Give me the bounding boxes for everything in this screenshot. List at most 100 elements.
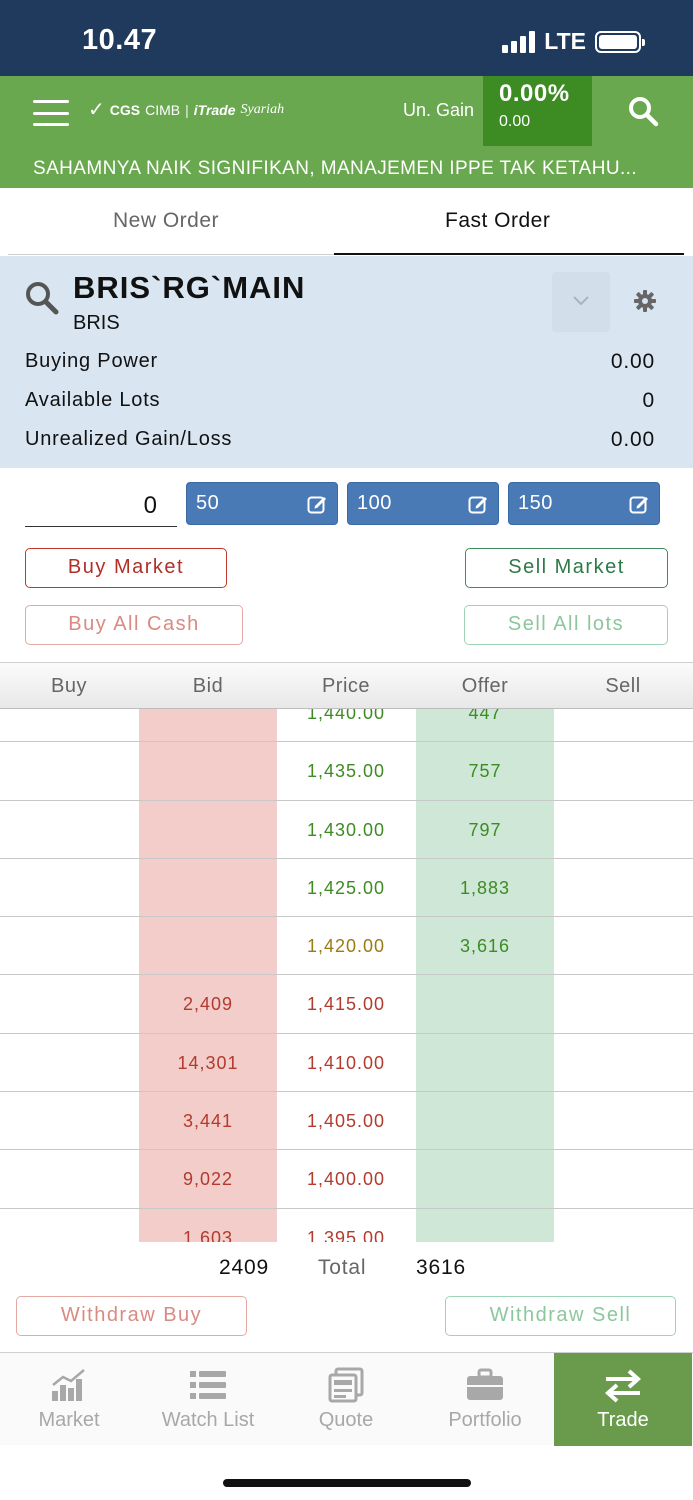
orderbook-row[interactable]: 9,022 1,400.00 (0, 1150, 693, 1209)
edit-icon[interactable] (307, 494, 327, 514)
bid-volume-cell[interactable] (139, 801, 277, 859)
news-ticker[interactable]: SAHAMNYA NAIK SIGNIFIKAN, MANAJEMEN IPPE… (33, 158, 637, 180)
bid-volume-cell[interactable] (139, 709, 277, 742)
offer-volume-cell[interactable] (416, 1092, 554, 1150)
lot-preset-50-button[interactable]: 50 (186, 482, 338, 525)
menu-icon[interactable] (33, 100, 69, 126)
home-indicator[interactable] (223, 1479, 471, 1487)
active-tab-indicator (334, 253, 684, 255)
offer-volume-cell[interactable] (416, 975, 554, 1033)
withdraw-buy-button[interactable]: Withdraw Buy (16, 1296, 247, 1336)
stock-dropdown[interactable] (552, 272, 610, 332)
chart-icon (52, 1369, 85, 1401)
lot-input[interactable]: 0 (25, 484, 177, 527)
bid-volume-cell[interactable] (139, 859, 277, 917)
buy-market-button[interactable]: Buy Market (25, 548, 227, 588)
lot-preset-label: 150 (518, 492, 553, 514)
brand-swoosh-icon: ✓ (88, 99, 105, 121)
bid-volume-cell[interactable] (139, 742, 277, 800)
battery-icon (595, 30, 645, 53)
orderbook[interactable]: 1,440.00 447 1,435.00 757 1,430.00 797 1,425.0… (0, 709, 693, 1242)
nav-watch-list[interactable]: Watch List (139, 1353, 277, 1446)
price-cell[interactable]: 1,405.00 (277, 1092, 415, 1150)
withdraw-sell-button[interactable]: Withdraw Sell (445, 1296, 676, 1336)
price-cell[interactable]: 1,400.00 (277, 1150, 415, 1208)
orderbook-row[interactable]: 2,409 1,415.00 (0, 975, 693, 1034)
sell-all-lots-button[interactable]: Sell All lots (464, 605, 668, 645)
bid-volume-cell[interactable]: 1,603 (139, 1209, 277, 1242)
offer-volume-cell[interactable]: 757 (416, 742, 554, 800)
offer-volume-cell[interactable]: 3,616 (416, 917, 554, 975)
available-lots-value: 0 (642, 389, 655, 412)
search-icon[interactable] (627, 95, 659, 127)
un-gain-label: Un. Gain (403, 100, 475, 120)
bid-volume-cell[interactable]: 9,022 (139, 1150, 277, 1208)
price-cell[interactable]: 1,410.00 (277, 1034, 415, 1092)
tab-fast-order[interactable]: Fast Order (445, 209, 550, 233)
status-time: 10.47 (82, 24, 158, 56)
nav-trade[interactable]: Trade (554, 1353, 692, 1446)
orderbook-row[interactable]: 1,435.00 757 (0, 742, 693, 801)
bottom-nav: Market Watch List Quote Portfolio Trade (0, 1352, 693, 1446)
orderbook-rows: 1,440.00 447 1,435.00 757 1,430.00 797 1,425.0… (0, 709, 693, 1242)
tab-new-order[interactable]: New Order (113, 209, 219, 233)
offer-volume-cell[interactable] (416, 1034, 554, 1092)
orderbook-row[interactable]: 14,301 1,410.00 (0, 1034, 693, 1093)
order-tabs: New Order Fast Order (0, 188, 693, 256)
unrealized-gain-row: Unrealized Gain/Loss 0.00 (25, 428, 655, 452)
gear-icon[interactable] (633, 289, 657, 313)
bid-volume-cell[interactable]: 14,301 (139, 1034, 277, 1092)
un-gain-box[interactable]: 0.00% 0.00 (483, 76, 592, 146)
offer-volume-cell[interactable]: 447 (416, 709, 554, 742)
total-bid: 2409 (219, 1256, 269, 1279)
orderbook-row[interactable]: 1,425.00 1,883 (0, 859, 693, 918)
bid-volume-cell[interactable]: 3,441 (139, 1092, 277, 1150)
orderbook-row[interactable]: 1,430.00 797 (0, 801, 693, 859)
stock-code[interactable]: BRIS`RG`MAIN (73, 270, 305, 306)
nav-quote[interactable]: Quote (277, 1353, 415, 1446)
buy-all-cash-button[interactable]: Buy All Cash (25, 605, 243, 645)
edit-icon[interactable] (629, 494, 649, 514)
price-cell[interactable]: 1,430.00 (277, 801, 415, 859)
stock-name: BRIS (73, 312, 120, 334)
offer-volume-cell[interactable] (416, 1150, 554, 1208)
signal-icon (502, 30, 536, 53)
price-cell[interactable]: 1,440.00 (277, 709, 415, 742)
col-bid: Bid (192, 675, 224, 697)
nav-label: Trade (597, 1409, 649, 1431)
network-type: LTE (544, 28, 586, 54)
lot-preset-label: 100 (357, 492, 392, 514)
edit-icon[interactable] (468, 494, 488, 514)
status-indicators: LTE (502, 28, 645, 55)
orderbook-row[interactable]: 3,441 1,405.00 (0, 1092, 693, 1151)
briefcase-icon (467, 1368, 503, 1400)
nav-label: Market (38, 1409, 100, 1431)
price-cell[interactable]: 1,425.00 (277, 859, 415, 917)
price-cell[interactable]: 1,395.00 (277, 1209, 415, 1242)
bid-volume-cell[interactable] (139, 917, 277, 975)
price-cell[interactable]: 1,415.00 (277, 975, 415, 1033)
orderbook-row[interactable]: 1,603 1,395.00 (0, 1209, 693, 1242)
offer-volume-cell[interactable] (416, 1209, 554, 1242)
nav-portfolio[interactable]: Portfolio (416, 1353, 554, 1446)
lot-preset-150-button[interactable]: 150 (508, 482, 660, 525)
nav-label: Portfolio (448, 1409, 522, 1431)
unrealized-gain-label: Unrealized Gain/Loss (25, 428, 233, 450)
available-lots-row: Available Lots 0 (25, 389, 655, 413)
nav-market[interactable]: Market (0, 1353, 138, 1446)
brand-itrade: iTrade (193, 101, 236, 118)
orderbook-row[interactable]: 1,440.00 447 (0, 709, 693, 743)
stock-search-icon[interactable] (24, 280, 60, 316)
offer-volume-cell[interactable]: 1,883 (416, 859, 554, 917)
orderbook-row[interactable]: 1,420.00 3,616 (0, 917, 693, 976)
col-sell: Sell (605, 675, 641, 697)
price-cell[interactable]: 1,435.00 (277, 742, 415, 800)
brand-separator: | (185, 101, 189, 118)
offer-volume-cell[interactable]: 797 (416, 801, 554, 859)
sell-market-button[interactable]: Sell Market (465, 548, 668, 588)
lot-preset-100-button[interactable]: 100 (347, 482, 499, 525)
bid-volume-cell[interactable]: 2,409 (139, 975, 277, 1033)
price-cell[interactable]: 1,420.00 (277, 917, 415, 975)
nav-label: Quote (318, 1409, 374, 1431)
brand-logo: ✓ CGS CIMB | iTrade Syariah (88, 97, 284, 122)
